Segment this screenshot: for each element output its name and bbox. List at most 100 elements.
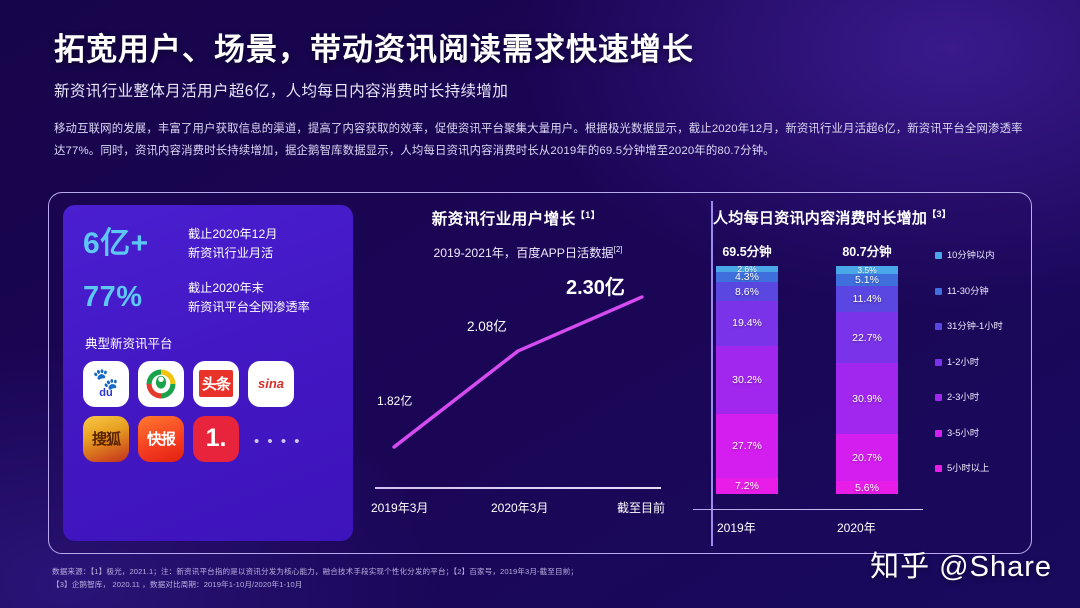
legend-item[interactable]: 31分钟-1小时 [935, 320, 1031, 333]
legend-label: 31分钟-1小时 [947, 321, 1003, 332]
bar-chart-title-text: 人均每日资讯内容消费时长增加 [713, 210, 928, 227]
toutiao-app-icon[interactable]: 头条 [193, 360, 239, 407]
footnote-line-1: 数据来源：【1】极光，2021.1；注：新资讯平台指的是以资讯分发为核心能力，融… [52, 567, 579, 576]
legend-swatch-icon [935, 394, 942, 402]
sina-icon-label: sina [257, 376, 284, 392]
body-paragraph: 移动互联网的发展，丰富了用户获取信息的渠道，提高了内容获取的效率，促使资讯平台聚… [54, 123, 1023, 158]
legend-swatch-icon [935, 287, 942, 295]
bar-segment-value: 8.6% [735, 285, 759, 298]
stat-value-mau: 6亿+ [83, 226, 149, 260]
bar-chart-title-footnote-ref: 【3】 [927, 209, 952, 219]
legend-swatch-icon [935, 323, 942, 331]
legend-item[interactable]: 10分钟以内 [935, 249, 1031, 262]
yidianzixun-app-icon[interactable]: 1. [193, 415, 239, 462]
bar-x-label-2020: 2020年 [837, 521, 876, 535]
stat-value-penetration: 77% [83, 281, 143, 314]
bar-segment: 4.3% [716, 271, 778, 282]
bar-segment-value: 5.1% [855, 273, 879, 286]
legend-item[interactable]: 11-30分钟 [935, 285, 1031, 298]
sohu-app-icon[interactable]: 搜狐 [83, 415, 129, 462]
toutiao-icon-label: 头条 [198, 370, 233, 398]
stats-panel: 6亿+ 截止2020年12月 新资讯行业月活 77% 截止2020年末 新资讯平… [63, 205, 353, 541]
legend-item[interactable]: 5小时以上 [935, 462, 1031, 475]
tencent-penguin-icon [146, 369, 176, 399]
kuaibao-icon-label: 快报 [146, 431, 176, 449]
bar-segment: 22.7% [836, 311, 898, 364]
platform-icon-grid: 🐾 du 头条 sina 搜狐 快报 1. • • • • [83, 360, 335, 462]
legend-item[interactable]: 2-3小时 [935, 391, 1031, 404]
line-x-label-3: 截至目前 [616, 501, 665, 515]
yidianzixun-icon-label: 1. [205, 424, 227, 453]
bar-segment-value: 3.5% [857, 266, 877, 274]
tencent-news-app-icon[interactable] [138, 360, 184, 407]
bar-segment-value: 11.4% [852, 292, 882, 305]
bar-segment: 30.9% [836, 363, 898, 434]
bar-stack-2019: 2.6% 4.3% 8.6% 19.4% 30.2% 27.7% 7.2% [716, 266, 778, 494]
line-chart-svg [392, 295, 644, 449]
bar-segment-value: 7.2% [735, 479, 759, 492]
line-chart-title-footnote-ref: 【1】 [575, 209, 601, 220]
bar-segment-value: 5.6% [855, 481, 879, 494]
page-header: 拓宽用户、场景，带动资讯阅读需求快速增长 新资讯行业整体月活用户超6亿，人均每日… [0, 0, 1080, 101]
stat-desc-penetration-line2: 新资讯平台全网渗透率 [188, 299, 310, 314]
legend-swatch-icon [935, 252, 942, 259]
content-card: 6亿+ 截止2020年12月 新资讯行业月活 77% 截止2020年末 新资讯平… [48, 192, 1032, 554]
legend-label: 5小时以上 [947, 463, 990, 474]
line-point-label-1: 1.82亿 [377, 394, 413, 408]
stat-desc-mau-line2: 新资讯行业月活 [188, 245, 274, 260]
line-chart-subtitle-text: 2019-2021年，百度APP日活数据 [433, 246, 614, 260]
legend-item[interactable]: 1-2小时 [935, 356, 1031, 369]
legend-swatch-icon [935, 465, 942, 473]
bar-segment: 8.6% [716, 281, 778, 302]
line-chart-x-axis [375, 487, 661, 489]
bar-chart-legend: 10分钟以内 11-30分钟 31分钟-1小时 1-2小时 2-3小时 3-5小时 5小时以… [935, 249, 1031, 498]
stat-row-mau: 6亿+ 截止2020年12月 新资讯行业月活 [83, 225, 335, 263]
bar-chart-panel: 人均每日资讯内容消费时长增加【3】 69.5分钟 2.6% 4.3% 8.6% 19.… [679, 193, 1031, 553]
line-chart-plot: 1.82亿 2.08亿 2.30亿 [371, 277, 665, 479]
bar-segment-value: 19.4% [732, 317, 762, 330]
line-point-label-3: 2.30亿 [566, 277, 625, 299]
stat-desc-penetration-line1: 截止2020年末 [188, 280, 264, 295]
bar-column-2020: 80.7分钟 3.5% 5.1% 11.4% 22.7% 30.9% 20.7% 5.6% [827, 241, 907, 494]
bar-segment: 3.5% [836, 266, 898, 274]
legend-item[interactable]: 3-5小时 [935, 427, 1031, 440]
bar-segment: 20.7% [836, 433, 898, 482]
legend-label: 1-2小时 [947, 356, 980, 367]
line-x-label-1: 2019年3月 [371, 501, 429, 515]
line-point-label-2: 2.08亿 [467, 319, 507, 334]
bar-segment-value: 22.7% [852, 331, 882, 344]
bar-segment: 5.1% [836, 273, 898, 286]
page-title: 拓宽用户、场景，带动资讯阅读需求快速增长 [54, 32, 694, 67]
stat-row-penetration: 77% 截止2020年末 新资讯平台全网渗透率 [83, 279, 335, 317]
legend-swatch-icon [935, 358, 942, 366]
legend-label: 10分钟以内 [947, 250, 995, 260]
legend-swatch-icon [935, 429, 942, 437]
bar-total-2020: 80.7分钟 [842, 245, 892, 259]
bar-segment: 5.6% [836, 481, 898, 494]
baidu-app-icon[interactable]: 🐾 du [83, 360, 129, 407]
line-chart-subtitle-footnote-ref: [2] [613, 244, 623, 254]
bar-column-2019: 69.5分钟 2.6% 4.3% 8.6% 19.4% 30.2% 27.7% 7.2% [707, 241, 787, 494]
bar-segment-value: 20.7% [852, 451, 882, 464]
bar-segment-value: 30.9% [852, 392, 882, 405]
bar-segment-value: 27.7% [732, 440, 762, 452]
line-chart-title: 新资讯行业用户增长【1】 [371, 207, 661, 229]
kuaibao-app-icon[interactable]: 快报 [138, 415, 184, 462]
footnote: 数据来源：【1】极光，2021.1；注：新资讯平台指的是以资讯分发为核心能力，融… [52, 566, 772, 592]
watermark: 知乎 @Share [870, 551, 1052, 583]
bar-segment: 19.4% [716, 301, 778, 346]
bar-segment: 27.7% [716, 414, 778, 478]
line-series-path [392, 295, 644, 449]
bar-segment: 11.4% [836, 285, 898, 312]
more-platforms-dots: • • • • [254, 432, 302, 450]
legend-label: 3-5小时 [947, 427, 980, 438]
legend-label: 11-30分钟 [947, 285, 989, 296]
bar-stack-2020: 3.5% 5.1% 11.4% 22.7% 30.9% 20.7% 5.6% [836, 266, 898, 494]
bar-chart-plot: 69.5分钟 2.6% 4.3% 8.6% 19.4% 30.2% 27.7% 7.2% 8… [693, 241, 923, 535]
line-chart-subtitle: 2019-2021年，百度APP日活数据[2] [371, 243, 661, 261]
sohu-icon-label: 搜狐 [91, 431, 121, 449]
legend-label: 2-3小时 [947, 392, 980, 403]
sina-app-icon[interactable]: sina [248, 360, 294, 407]
line-chart-title-text: 新资讯行业用户增长 [431, 211, 576, 228]
stat-desc-mau-line1: 截止2020年12月 [188, 227, 278, 241]
